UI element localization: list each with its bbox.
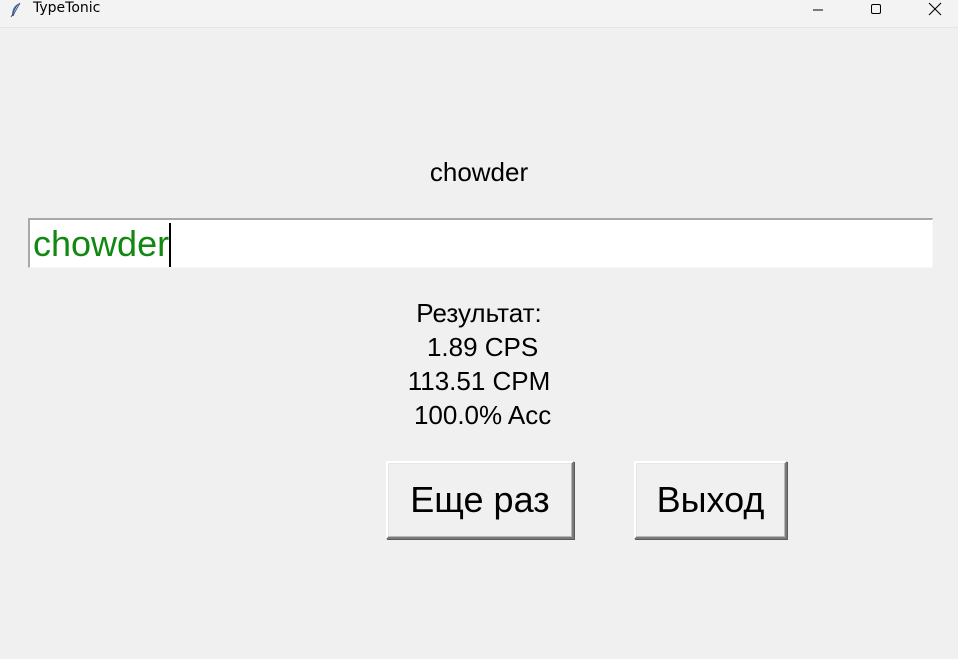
feather-icon — [9, 2, 23, 18]
results-panel: Результат: 1.89 CPS 113.51 CPM 100.0% Ac… — [0, 296, 958, 432]
window-titlebar: TypeTonic — [0, 0, 958, 28]
exit-button[interactable]: Выход — [634, 461, 787, 539]
results-heading: Результат: — [416, 298, 542, 328]
result-accuracy: 100.0% Acc — [406, 400, 552, 430]
minimize-icon — [813, 9, 823, 10]
typing-input[interactable]: chowder — [28, 218, 933, 268]
window-title: TypeTonic — [33, 0, 101, 16]
result-cpm: 113.51 CPM — [407, 366, 551, 396]
maximize-icon — [871, 3, 881, 14]
minimize-button[interactable] — [795, 0, 841, 17]
try-again-button[interactable]: Еще раз — [386, 461, 574, 539]
text-caret — [169, 223, 172, 267]
result-cps: 1.89 CPS — [419, 332, 539, 362]
close-icon — [928, 2, 942, 15]
typing-input-value: chowder — [33, 223, 172, 267]
target-word: chowder — [429, 157, 529, 187]
close-button[interactable] — [912, 0, 958, 17]
maximize-button[interactable] — [853, 0, 899, 17]
